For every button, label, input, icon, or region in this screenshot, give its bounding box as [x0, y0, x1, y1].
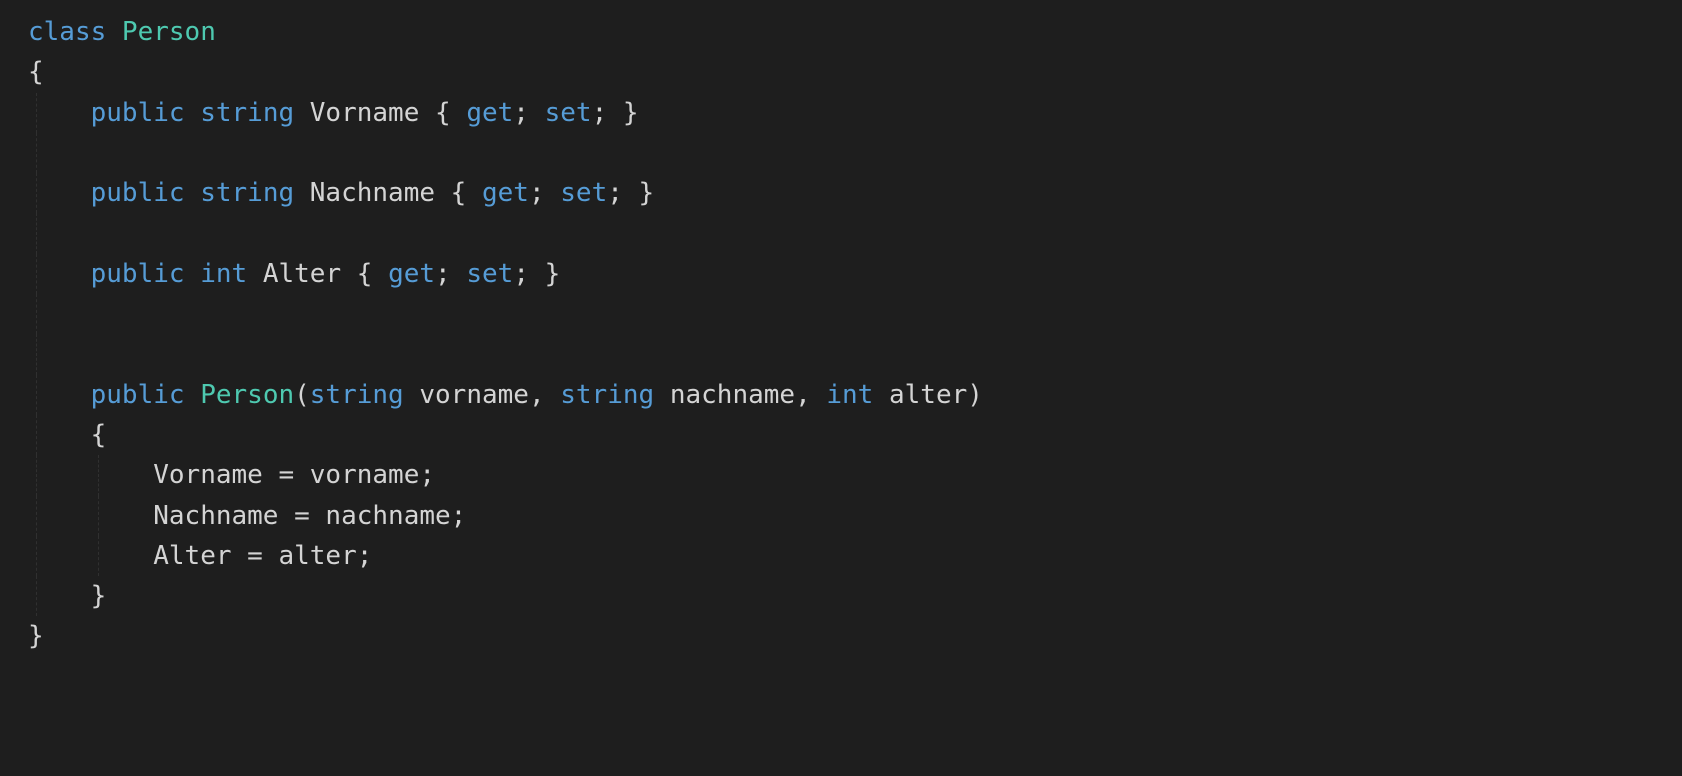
code-line[interactable]: class Person — [28, 12, 1654, 52]
token-punct: } — [28, 621, 44, 651]
token-punct: { — [91, 420, 107, 450]
blank-line — [91, 138, 107, 168]
code-line[interactable] — [28, 213, 1654, 253]
indent-guide — [36, 536, 38, 576]
indent-guide — [98, 536, 100, 576]
code-editor[interactable]: class Person { public string Vorname { ge… — [0, 0, 1682, 669]
code-line[interactable]: public int Alter { get; set; } — [28, 254, 1654, 294]
indent-whitespace — [28, 501, 153, 531]
indent-whitespace — [28, 541, 153, 571]
code-line[interactable] — [28, 133, 1654, 173]
token-prop: Vorname — [310, 98, 435, 128]
indent-guide — [36, 294, 38, 334]
code-line[interactable]: } — [28, 616, 1654, 656]
token-punct: ; — [435, 259, 466, 289]
token-punct: ( — [294, 380, 310, 410]
token-punct: { — [451, 178, 482, 208]
token-punct: ) — [967, 380, 983, 410]
token-ident: Vorname = vorname; — [153, 460, 435, 490]
blank-line — [91, 299, 107, 329]
token-punct: ; } — [607, 178, 654, 208]
token-punct: , — [529, 380, 560, 410]
indent-guide — [36, 496, 38, 536]
token-punct: , — [795, 380, 826, 410]
token-punct: { — [28, 57, 44, 87]
indent-guide — [36, 576, 38, 616]
token-kw: set — [466, 259, 513, 289]
code-line[interactable]: Alter = alter; — [28, 536, 1654, 576]
indent-guide — [98, 455, 100, 495]
token-ident: Alter = alter; — [153, 541, 372, 571]
token-kw: get — [482, 178, 529, 208]
code-line[interactable]: public string Nachname { get; set; } — [28, 173, 1654, 213]
token-kw: public — [91, 98, 201, 128]
indent-guide — [98, 496, 100, 536]
code-line[interactable]: Vorname = vorname; — [28, 455, 1654, 495]
token-kw: set — [560, 178, 607, 208]
token-punct: ; } — [592, 98, 639, 128]
indent-guide — [36, 133, 38, 173]
token-type: Person — [122, 17, 216, 47]
indent-guide — [36, 213, 38, 253]
code-line[interactable] — [28, 294, 1654, 334]
blank-line — [91, 218, 107, 248]
token-kw: public — [91, 259, 201, 289]
token-kw: get — [466, 98, 513, 128]
indent-guide — [36, 455, 38, 495]
token-kw: get — [388, 259, 435, 289]
indent-guide — [36, 375, 38, 415]
token-kw: public — [91, 380, 201, 410]
token-param: vorname — [419, 380, 529, 410]
token-param: alter — [889, 380, 967, 410]
token-func: Person — [200, 380, 294, 410]
token-ident: Nachname = nachname; — [153, 501, 466, 531]
indent-guide — [36, 334, 38, 374]
code-line[interactable] — [28, 334, 1654, 374]
code-line[interactable]: Nachname = nachname; — [28, 496, 1654, 536]
indent-guide — [36, 415, 38, 455]
code-line[interactable]: { — [28, 52, 1654, 92]
token-punct: { — [435, 98, 466, 128]
token-kw: int — [200, 259, 263, 289]
code-line[interactable]: { — [28, 415, 1654, 455]
token-kw: string — [310, 380, 420, 410]
token-punct: { — [357, 259, 388, 289]
token-punct: ; — [529, 178, 560, 208]
indent-guide — [36, 173, 38, 213]
token-kw: int — [826, 380, 889, 410]
token-kw: string — [200, 98, 310, 128]
token-prop: Alter — [263, 259, 357, 289]
token-kw: set — [545, 98, 592, 128]
token-punct: ; — [513, 98, 544, 128]
token-kw: string — [560, 380, 670, 410]
token-param: nachname — [670, 380, 795, 410]
code-line[interactable]: } — [28, 576, 1654, 616]
indent-guide — [36, 254, 38, 294]
indent-guide — [36, 93, 38, 133]
token-punct: } — [91, 581, 107, 611]
token-punct: ; } — [513, 259, 560, 289]
indent-whitespace — [28, 460, 153, 490]
token-kw: public — [91, 178, 201, 208]
blank-line — [91, 339, 107, 369]
token-kw: string — [200, 178, 310, 208]
token-prop: Nachname — [310, 178, 451, 208]
code-line[interactable]: public string Vorname { get; set; } — [28, 93, 1654, 133]
code-line[interactable]: public Person(string vorname, string nac… — [28, 375, 1654, 415]
token-kw: class — [28, 17, 122, 47]
